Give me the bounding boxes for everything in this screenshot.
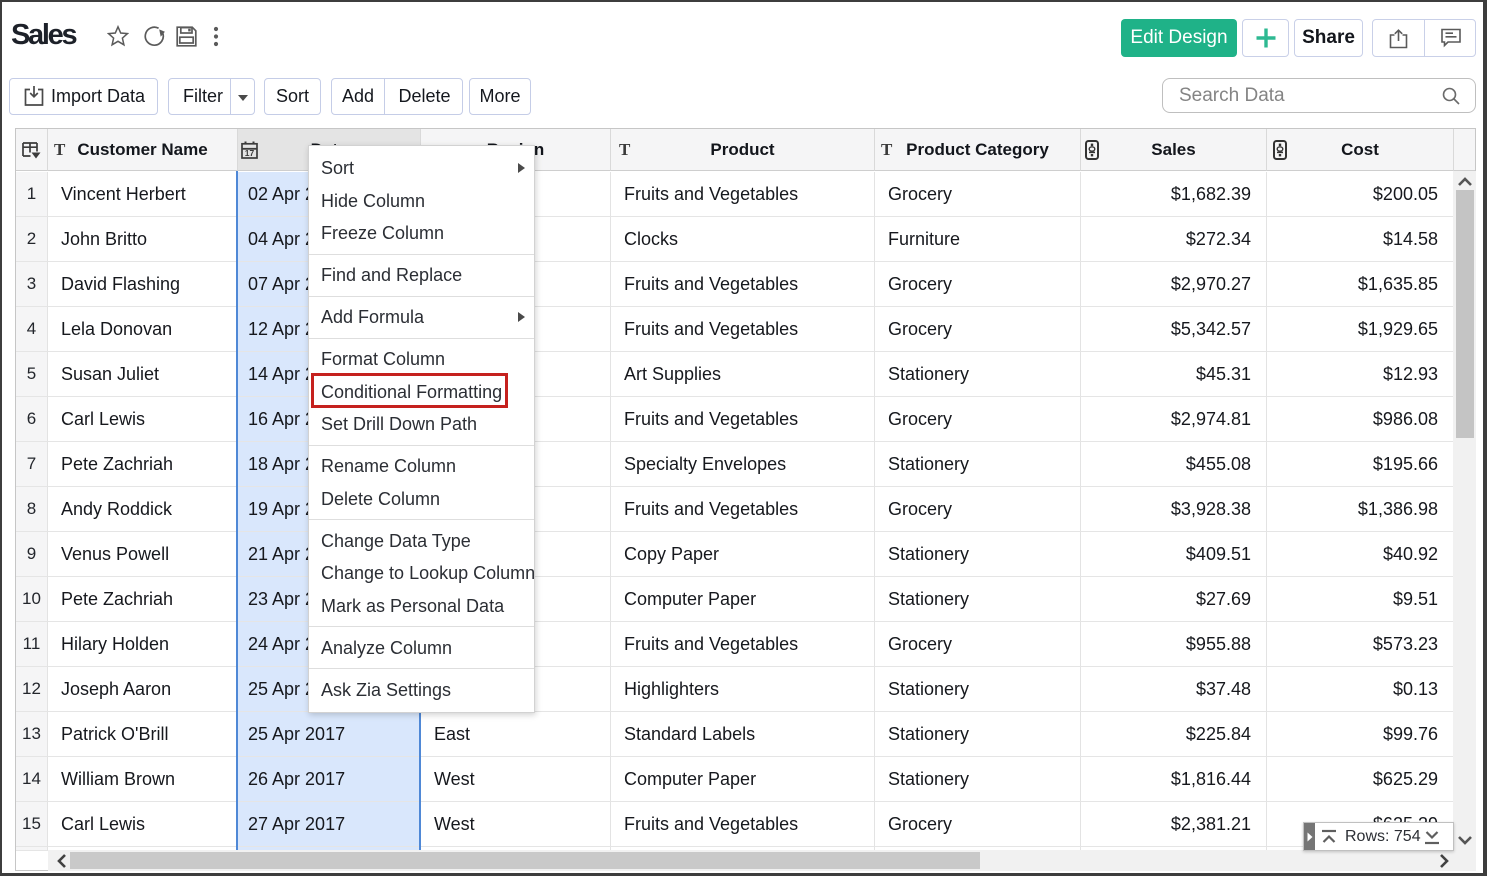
svg-text:17: 17 xyxy=(245,148,255,158)
